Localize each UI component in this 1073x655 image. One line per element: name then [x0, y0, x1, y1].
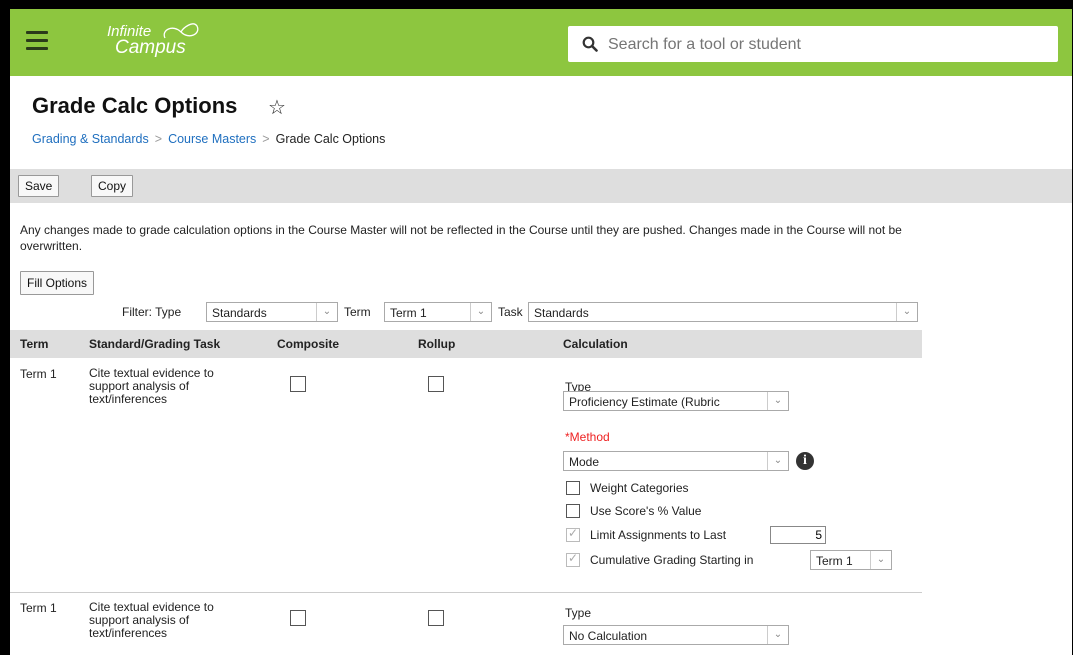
- limit-assignments-label: Limit Assignments to Last: [590, 528, 727, 542]
- fill-options-button[interactable]: Fill Options: [20, 271, 95, 295]
- filter-task-select[interactable]: Standards ⌄: [528, 302, 918, 322]
- app-frame: Infinite Campus Grade Calc Options ☆ Gra…: [10, 9, 1072, 655]
- row1-method-value: Mode: [569, 455, 600, 469]
- row1-task: Cite textual evidence to support analysi…: [89, 367, 214, 406]
- chevron-down-icon: ⌄: [767, 392, 788, 410]
- chevron-down-icon: ⌄: [767, 452, 788, 470]
- row1-method-select[interactable]: Mode ⌄: [563, 451, 789, 471]
- weight-categories-checkbox[interactable]: [566, 481, 580, 495]
- cumulative-term-select[interactable]: Term 1 ⌄: [810, 550, 892, 570]
- table-header: Term Standard/Grading Task Composite Rol…: [10, 330, 922, 358]
- filter-type-value: Standards: [212, 306, 267, 320]
- copy-button[interactable]: Copy: [91, 175, 134, 197]
- filter-task-label: Task: [498, 305, 523, 319]
- info-icon[interactable]: i: [796, 452, 814, 470]
- filter-term-value: Term 1: [390, 306, 427, 320]
- top-bar: Infinite Campus: [10, 9, 1072, 76]
- use-score-label: Use Score's % Value: [590, 504, 702, 518]
- search-icon: [582, 36, 598, 52]
- row1-term: Term 1: [20, 367, 57, 381]
- cumulative-grading-label: Cumulative Grading Starting in: [590, 553, 754, 567]
- chevron-down-icon: ⌄: [896, 303, 917, 321]
- search-box[interactable]: [568, 26, 1058, 62]
- row1-rollup-checkbox[interactable]: [428, 376, 444, 392]
- column-header-task: Standard/Grading Task: [89, 337, 221, 351]
- breadcrumb: Grading & Standards > Course Masters > Grade…: [32, 132, 385, 146]
- filter-term-select[interactable]: Term 1 ⌄: [384, 302, 492, 322]
- logo-swirl-icon: [163, 23, 199, 39]
- save-button[interactable]: Save: [18, 175, 60, 197]
- row2-rollup-checkbox[interactable]: [428, 610, 444, 626]
- breadcrumb-current: Grade Calc Options: [275, 132, 386, 146]
- push-notice-text: Any changes made to grade calculation op…: [20, 223, 902, 253]
- filter-type-label: Filter: Type: [122, 305, 182, 319]
- filter-type-select[interactable]: Standards ⌄: [206, 302, 338, 322]
- row2-composite-checkbox[interactable]: [290, 610, 306, 626]
- column-header-term: Term: [20, 337, 49, 351]
- row1-type-select[interactable]: Proficiency Estimate (Rubric ⌄: [563, 391, 789, 411]
- row2-type-value: No Calculation: [569, 629, 648, 643]
- row2-type-label: Type: [565, 606, 592, 620]
- favorite-star-icon[interactable]: ☆: [268, 95, 286, 120]
- row1-method-label: *Method: [565, 430, 610, 444]
- cumulative-grading-checkbox[interactable]: [566, 551, 580, 567]
- row2-type-select[interactable]: No Calculation ⌄: [563, 625, 789, 645]
- weight-categories-label: Weight Categories: [590, 481, 689, 495]
- cumulative-term-value: Term 1: [816, 554, 853, 568]
- chevron-down-icon: ⌄: [316, 303, 337, 321]
- row1-composite-checkbox[interactable]: [290, 376, 306, 392]
- chevron-down-icon: ⌄: [767, 626, 788, 644]
- breadcrumb-separator-icon: >: [154, 132, 163, 146]
- row-divider: [10, 592, 922, 593]
- chevron-down-icon: ⌄: [470, 303, 491, 321]
- breadcrumb-course-masters[interactable]: Course Masters: [168, 132, 256, 146]
- filter-term-label: Term: [344, 305, 371, 319]
- column-header-calculation: Calculation: [563, 337, 628, 351]
- page-title: Grade Calc Options: [32, 93, 238, 118]
- chevron-down-icon: ⌄: [870, 551, 891, 569]
- breadcrumb-grading-standards[interactable]: Grading & Standards: [32, 132, 149, 146]
- task-line: text/inferences: [89, 392, 168, 406]
- row2-term: Term 1: [20, 601, 57, 615]
- column-header-rollup: Rollup: [418, 337, 456, 351]
- limit-assignments-input[interactable]: [770, 526, 826, 544]
- task-line: text/inferences: [89, 626, 168, 640]
- filter-task-value: Standards: [534, 306, 589, 320]
- breadcrumb-separator-icon: >: [262, 132, 270, 146]
- column-header-composite: Composite: [277, 337, 340, 351]
- limit-assignments-checkbox[interactable]: [566, 526, 580, 542]
- infinite-campus-logo[interactable]: Infinite Campus: [107, 23, 199, 57]
- row2-task: Cite textual evidence to support analysi…: [89, 601, 214, 640]
- action-toolbar: Save Copy: [10, 169, 1072, 203]
- row1-type-value: Proficiency Estimate (Rubric: [569, 395, 720, 409]
- menu-icon[interactable]: [26, 31, 48, 51]
- use-score-checkbox[interactable]: [566, 504, 580, 518]
- search-input[interactable]: [606, 35, 1050, 55]
